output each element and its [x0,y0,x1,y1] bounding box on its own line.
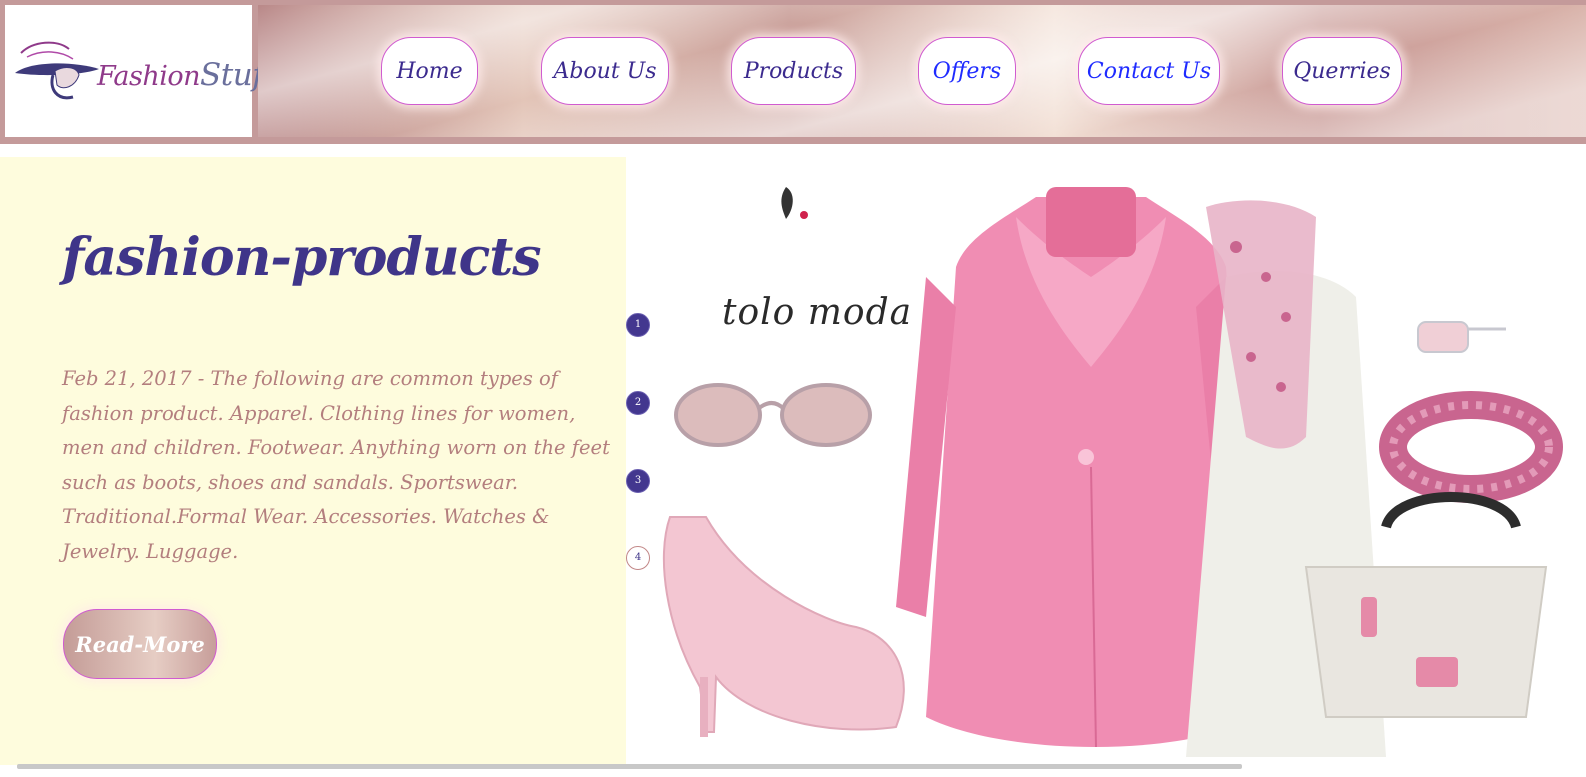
bird-icon [781,187,808,219]
read-more-button[interactable]: Read-More [63,609,217,679]
ring-icon [1417,321,1506,353]
sunglasses-icon [674,383,872,447]
logo[interactable]: FashionStuff [5,5,275,137]
hero-product-image: tolo moda [626,157,1568,765]
nav-querries[interactable]: Querries [1282,37,1402,105]
slider-dot-4[interactable]: 4 [626,546,650,570]
brand-caption: tolo moda [722,292,913,333]
logo-text: FashionStuff [97,57,275,93]
nav-home[interactable]: Home [381,37,478,105]
nav-products[interactable]: Products [731,37,856,105]
slider-dot-2[interactable]: 2 [626,391,650,415]
nav-about-us[interactable]: About Us [541,37,669,105]
horizontal-scrollbar[interactable] [17,764,1242,769]
slider-dot-1[interactable]: 1 [626,313,650,337]
nav-contact-us[interactable]: Contact Us [1078,37,1220,105]
site-header: FashionStuff Home About Us Products Offe… [0,0,1586,144]
slider-dot-3[interactable]: 3 [626,469,650,493]
nav-offers[interactable]: Offers [918,37,1016,105]
high-heel-shoe-icon [662,516,905,737]
hero-description: Feb 21, 2017 - The following are common … [62,367,610,563]
hat-woman-icon [15,41,99,100]
bracelet-icon [1379,391,1563,503]
hero-text-panel: fashion-products Feb 21, 2017 - The foll… [0,157,626,765]
fashion-collage-image [662,187,1563,757]
hero-title: fashion-products [62,227,542,288]
